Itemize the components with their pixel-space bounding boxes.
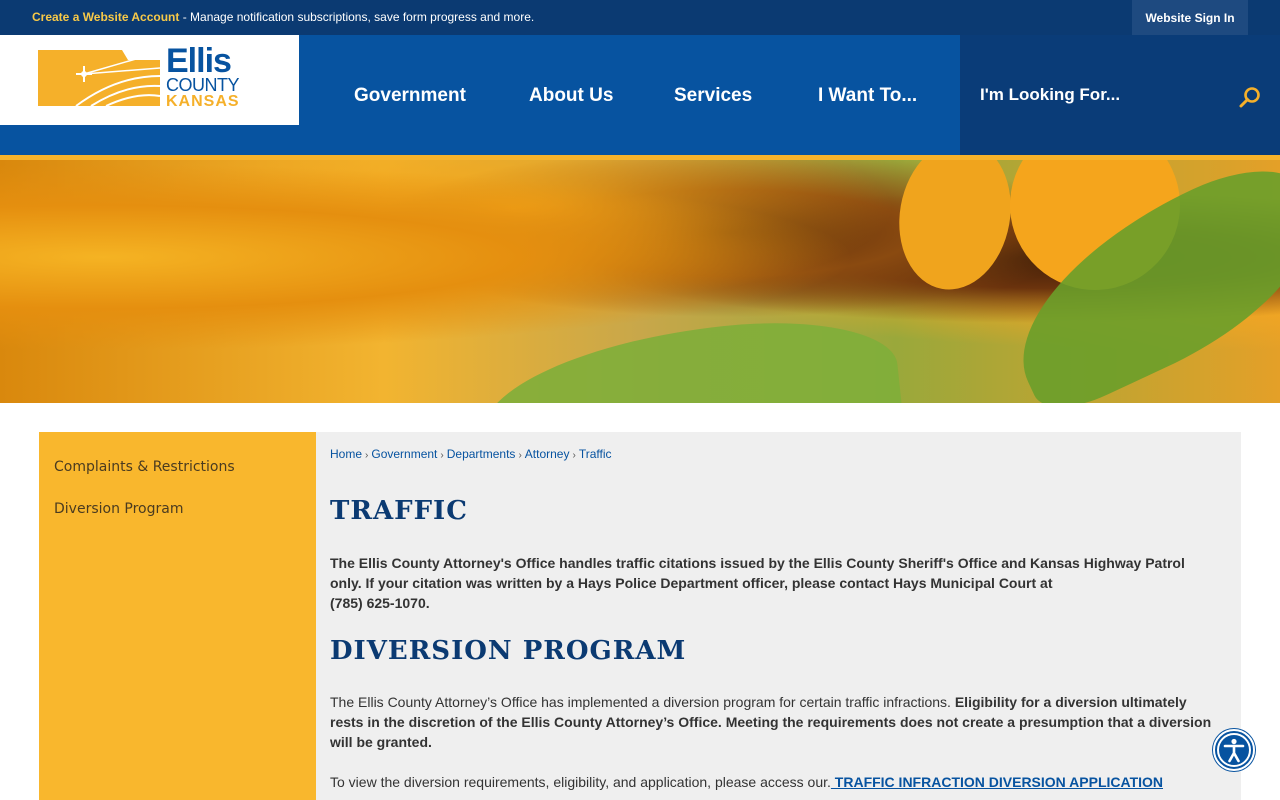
breadcrumb-home[interactable]: Home [330,447,362,461]
breadcrumb-departments[interactable]: Departments [447,447,516,461]
breadcrumb-separator: › [440,450,444,461]
intro-paragraph: The Ellis County Attorney's Office handl… [330,553,1220,613]
logo[interactable]: Ellis COUNTY KANSAS [0,35,299,125]
intro-line: The Ellis County Attorney's Office handl… [330,555,1185,571]
hero-leaf [473,308,907,403]
nav-about-us[interactable]: About Us [529,85,613,107]
diversion-application-link[interactable]: TRAFFIC INFRACTION DIVERSION APPLICATION [831,774,1163,790]
kansas-map-icon [38,50,161,107]
diversion-paragraph: The Ellis County Attorney’s Office has i… [330,692,1220,752]
search-panel: I'm Looking For... [960,35,1280,155]
sign-in-button[interactable]: Website Sign In [1132,0,1248,35]
nav-i-want-to[interactable]: I Want To... [818,85,917,107]
site-header: Ellis COUNTY KANSAS Government About Us … [0,35,1280,155]
page-title: TRAFFIC [330,496,468,526]
sidebar-item-complaints[interactable]: Complaints & Restrictions [54,459,235,475]
section-title: DIVERSION PROGRAM [330,636,687,666]
logo-ellis: Ellis [166,42,232,80]
accessibility-icon [1217,733,1251,767]
diversion-text: The Ellis County Attorney’s Office has i… [330,694,955,710]
logo-county: COUNTY [166,75,239,95]
breadcrumb-separator: › [518,450,522,461]
account-message: Create a Website Account - Manage notifi… [32,10,534,24]
nav-services[interactable]: Services [674,85,752,107]
search-input[interactable]: I'm Looking For... [980,85,1120,105]
account-message-text: - Manage notification subscriptions, sav… [179,10,535,24]
breadcrumb-traffic[interactable]: Traffic [579,447,612,461]
main-content: Home › Government › Departments › Attorney › Tra… [316,432,1241,800]
application-paragraph: To view the diversion requirements, elig… [330,772,1220,792]
logo-wordmark: Ellis COUNTY KANSAS [166,44,240,110]
sidebar-item-diversion[interactable]: Diversion Program [54,501,183,517]
search-icon[interactable] [1238,85,1262,109]
utility-bar: Create a Website Account - Manage notifi… [0,0,1280,35]
breadcrumb-attorney[interactable]: Attorney [525,447,570,461]
breadcrumb: Home › Government › Departments › Attorney › Tra… [330,447,612,461]
hero-petal [887,160,1023,299]
breadcrumb-separator: › [572,450,576,461]
hero-banner [0,160,1280,403]
accessibility-button[interactable] [1213,729,1255,771]
sidebar: Complaints & Restrictions Diversion Prog… [39,432,316,800]
nav-government[interactable]: Government [354,85,466,107]
application-text: To view the diversion requirements, elig… [330,774,831,790]
intro-line: only. If your citation was written by a … [330,575,1053,591]
breadcrumb-government[interactable]: Government [371,447,437,461]
intro-line: (785) 625-1070. [330,595,430,611]
breadcrumb-separator: › [365,450,369,461]
logo-kansas: KANSAS [166,93,240,110]
create-account-link[interactable]: Create a Website Account [32,10,179,24]
